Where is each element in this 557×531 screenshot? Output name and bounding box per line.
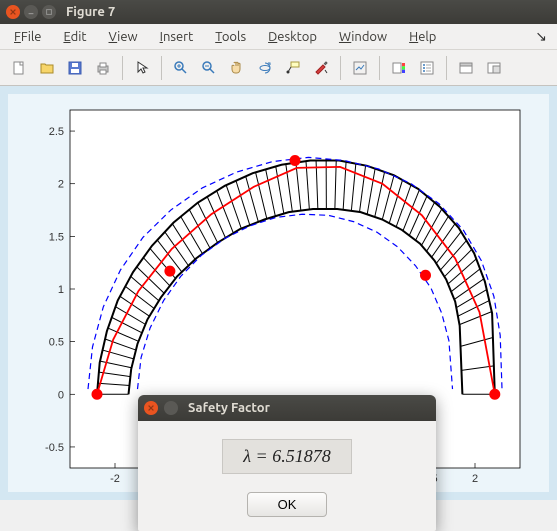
dialog-minimize-icon[interactable]: [164, 401, 178, 415]
menubar: FFileFile Edit View Insert Tools Desktop…: [0, 24, 557, 50]
svg-text:2.5: 2.5: [49, 126, 64, 138]
menu-desktop[interactable]: Desktop: [258, 27, 327, 47]
new-figure-button[interactable]: [6, 55, 32, 81]
print-button[interactable]: [90, 55, 116, 81]
minimize-icon[interactable]: [24, 5, 38, 19]
toolbar-separator: [379, 56, 380, 80]
menu-edit[interactable]: Edit: [53, 27, 96, 47]
toolbar-separator: [340, 56, 341, 80]
menu-view[interactable]: View: [99, 27, 148, 47]
brush-button[interactable]: [308, 55, 334, 81]
menu-file[interactable]: FFileFile: [4, 27, 51, 47]
pan-button[interactable]: [224, 55, 250, 81]
toolbar-separator: [161, 56, 162, 80]
svg-text:0: 0: [58, 389, 64, 401]
link-plot-button[interactable]: [347, 55, 373, 81]
insert-colorbar-button[interactable]: [386, 55, 412, 81]
svg-text:1.5: 1.5: [49, 231, 64, 243]
dialog-body: λ = 6.51878 OK: [138, 421, 436, 531]
svg-text:2: 2: [58, 179, 64, 191]
ok-button[interactable]: OK: [247, 492, 328, 517]
zoom-out-button[interactable]: [196, 55, 222, 81]
svg-text:-2: -2: [110, 473, 120, 485]
menubar-items: FFileFile Edit View Insert Tools Desktop…: [4, 27, 446, 47]
dialog-titlebar[interactable]: Safety Factor: [138, 395, 436, 421]
open-file-button[interactable]: [34, 55, 60, 81]
svg-text:0.5: 0.5: [49, 337, 64, 349]
toolbar-separator: [122, 56, 123, 80]
data-cursor-button[interactable]: [280, 55, 306, 81]
toolbar-separator: [446, 56, 447, 80]
window-controls: [6, 5, 56, 19]
save-button[interactable]: [62, 55, 88, 81]
dock-figure-button[interactable]: [481, 55, 507, 81]
safety-factor-value: λ = 6.51878: [222, 439, 351, 474]
menu-tools[interactable]: Tools: [205, 27, 256, 47]
pointer-button[interactable]: [129, 55, 155, 81]
menu-window[interactable]: Window: [329, 27, 397, 47]
maximize-icon[interactable]: [42, 5, 56, 19]
menubar-collapse-icon[interactable]: ↘: [535, 28, 547, 45]
insert-legend-button[interactable]: [414, 55, 440, 81]
figure-canvas[interactable]: -2-1.5-1-0.500.511.52-0.500.511.522.5 Sa…: [0, 86, 557, 500]
menu-help[interactable]: Help: [399, 27, 446, 47]
rotate-3d-button[interactable]: [252, 55, 278, 81]
dialog-title: Safety Factor: [188, 401, 270, 415]
menu-insert[interactable]: Insert: [150, 27, 204, 47]
svg-text:-0.5: -0.5: [45, 442, 64, 454]
svg-text:1: 1: [58, 284, 64, 296]
safety-factor-dialog: Safety Factor λ = 6.51878 OK: [138, 395, 436, 531]
zoom-in-button[interactable]: [168, 55, 194, 81]
close-icon[interactable]: [6, 5, 20, 19]
window-titlebar: Figure 7: [0, 0, 557, 24]
dialog-close-icon[interactable]: [144, 401, 158, 415]
toolbar: [0, 50, 557, 86]
window-title: Figure 7: [66, 5, 115, 19]
hide-tools-button[interactable]: [453, 55, 479, 81]
svg-text:2: 2: [472, 473, 478, 485]
